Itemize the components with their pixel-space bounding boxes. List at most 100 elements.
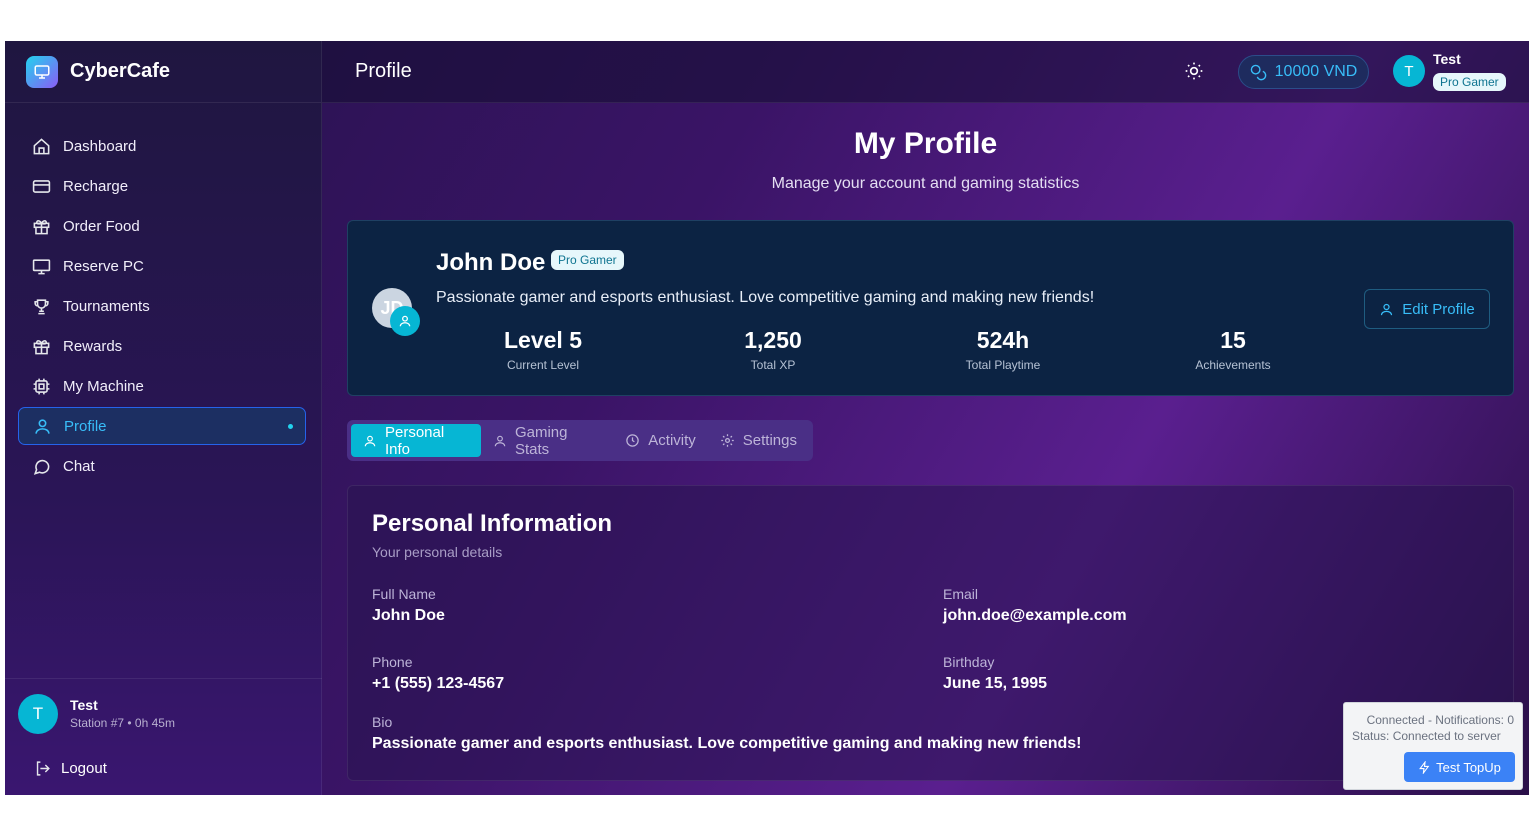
field-birthday: Birthday June 15, 1995 [943,654,1047,693]
trophy-icon [31,296,51,316]
tab-gaming-stats[interactable]: Gaming Stats [481,423,613,458]
stat-label: Current Level [506,358,580,372]
stat-label: Total XP [750,358,796,372]
connection-status-line: Connected - Notifications: 0 [1366,713,1514,727]
main-title: My Profile [853,127,998,160]
field-value: john.doe@example.com [943,607,1127,624]
page-title: Profile [355,60,412,82]
sidebar-item-profile[interactable]: Profile [18,407,306,445]
credit-card-icon [31,176,51,196]
theme-toggle-sun-icon[interactable] [1184,61,1204,86]
profile-rank-badge: Pro Gamer [551,250,624,270]
sidebar-item-reserve-pc[interactable]: Reserve PC [18,247,306,285]
section-title: Personal Information [372,510,613,537]
edit-profile-button[interactable]: Edit Profile [1364,289,1490,329]
field-full-name: Full Name John Doe [372,586,445,625]
field-label: Phone [372,654,413,670]
sidebar: CyberCafe Dashboard Recharge Order Food … [5,41,322,795]
user-icon [1379,302,1394,317]
field-bio: Bio Passionate gamer and esports enthusi… [372,714,1082,753]
sidebar-item-dashboard[interactable]: Dashboard [18,127,306,165]
stat-value: 15 [1220,327,1246,353]
stat-value: Level 5 [504,327,582,353]
sidebar-item-order-food[interactable]: Order Food [18,207,306,245]
profile-name: John Doe [436,249,546,276]
gift-icon [31,216,51,236]
logout-label: Logout [61,760,107,777]
active-indicator-dot [288,424,293,429]
stat-value: 524h [976,327,1030,353]
brand-name: CyberCafe [70,60,171,82]
coins-icon [1250,64,1267,81]
connection-status-toast: Connected - Notifications: 0 Status: Con… [1343,702,1523,790]
clock-icon [625,433,640,448]
user-rank-badge: Pro Gamer [1433,73,1506,91]
sidebar-item-tournaments[interactable]: Tournaments [18,287,306,325]
sidebar-item-label: My Machine [63,377,144,395]
server-status-line: Status: Connected to server [1352,729,1501,743]
sidebar-item-recharge[interactable]: Recharge [18,167,306,205]
header-user-name: Test [1433,51,1461,67]
stat-xp: 1,250 Total XP [683,327,863,372]
sidebar-item-label: Rewards [63,337,123,355]
stat-label: Achievements [1195,358,1271,372]
lightning-icon [1418,760,1431,774]
tab-personal-info[interactable]: Personal Info [351,424,481,458]
home-icon [31,136,51,156]
user-icon [493,434,507,448]
tab-label: Settings [742,432,797,449]
sidebar-item-label: Profile [64,417,107,435]
stat-level: Level 5 Current Level [453,327,633,372]
field-email: Email john.doe@example.com [943,586,1127,625]
app-window: CyberCafe Dashboard Recharge Order Food … [5,41,1529,795]
cpu-icon [31,376,51,396]
tab-label: Gaming Stats [514,423,568,458]
sidebar-user-card: T Test Station #7 • 0h 45m [5,678,322,748]
test-topup-button[interactable]: Test TopUp [1404,752,1515,782]
balance-amount: 10000 VND [1274,63,1358,80]
brand[interactable]: CyberCafe [5,41,321,103]
gear-icon [720,433,735,448]
field-label: Full Name [372,586,436,602]
profile-summary-card: JD John Doe Pro Gamer Passionate gamer a… [347,220,1514,396]
tab-settings[interactable]: Settings [708,424,809,457]
section-subtitle: Your personal details [372,544,503,560]
user-icon [32,416,52,436]
field-phone: Phone +1 (555) 123-4567 [372,654,504,693]
stat-label: Total Playtime [965,358,1041,372]
avatar: JD [372,288,420,336]
field-label: Email [943,586,979,602]
sidebar-item-label: Order Food [63,217,140,235]
stat-playtime: 524h Total Playtime [913,327,1093,372]
user-icon [363,434,377,448]
stat-achievements: 15 Achievements [1143,327,1323,372]
monitor-icon [31,256,51,276]
sidebar-item-label: Tournaments [63,297,150,315]
profile-bio: Passionate gamer and esports enthusiast.… [436,289,1095,306]
edit-profile-label: Edit Profile [1402,300,1475,318]
gift-icon [31,336,51,356]
test-topup-label: Test TopUp [1436,759,1501,775]
sidebar-item-label: Recharge [63,177,129,195]
sidebar-item-my-machine[interactable]: My Machine [18,367,306,405]
tab-label: Activity [648,432,696,449]
personal-info-card: Personal Information Your personal detai… [347,485,1514,781]
sidebar-item-label: Reserve PC [63,257,144,275]
profile-tabs: Personal Info Gaming Stats Activity Sett… [347,420,813,461]
tab-activity[interactable]: Activity [613,424,708,457]
sidebar-item-rewards[interactable]: Rewards [18,327,306,365]
avatar[interactable]: T [1393,55,1425,87]
logout-button[interactable]: Logout [34,760,107,777]
monitor-logo-icon [26,55,58,88]
logout-icon [34,760,51,777]
balance-badge[interactable]: 10000 VND [1238,55,1369,89]
avatar: T [18,693,58,734]
field-value: June 15, 1995 [943,675,1048,692]
sidebar-item-label: Chat [63,457,95,475]
user-icon[interactable] [390,306,420,336]
top-header: Profile 10000 VND T Test Pro Gamer [322,41,1529,103]
sidebar-user-status: Station #7 • 0h 45m [70,716,175,730]
chat-icon [31,456,51,476]
sidebar-user-name: Test [70,697,98,713]
sidebar-item-chat[interactable]: Chat [18,447,306,485]
